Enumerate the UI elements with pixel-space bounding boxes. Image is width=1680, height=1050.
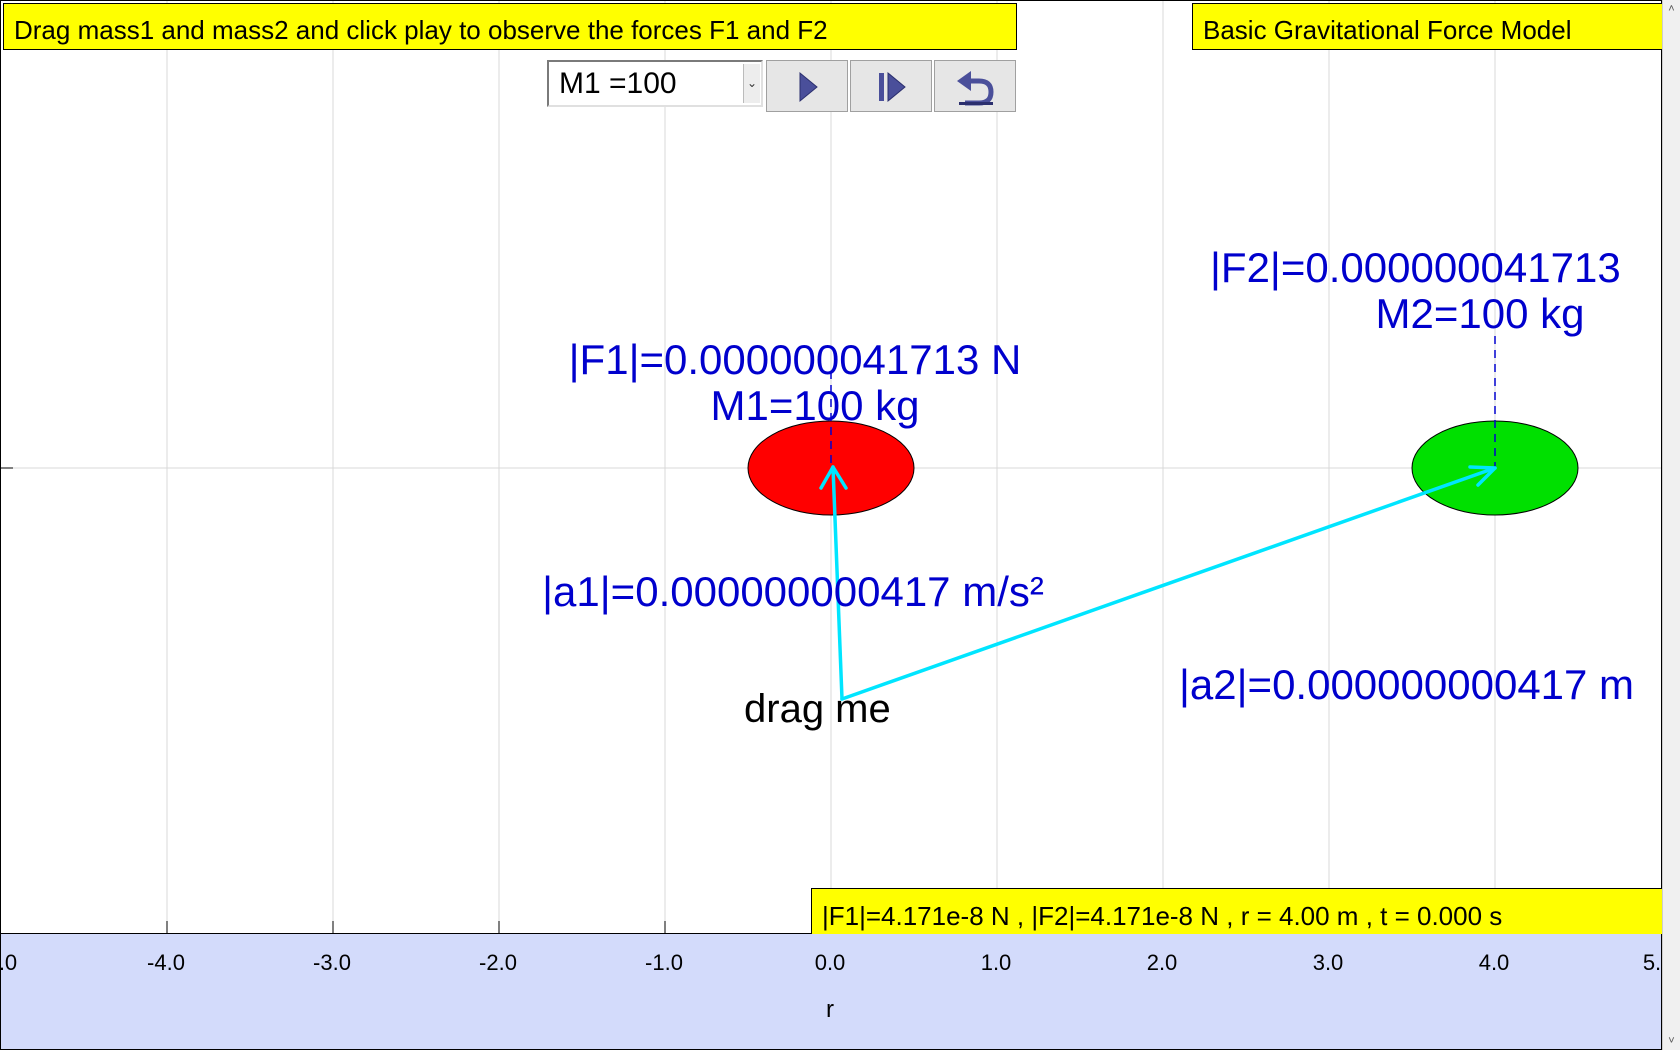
x-tick-label: -2.0 (479, 950, 517, 975)
instructions-banner: Drag mass1 and mass2 and click play to o… (3, 3, 1017, 50)
play-button[interactable] (766, 60, 848, 112)
mass-select[interactable]: M1 =100 ⌄ (547, 60, 763, 107)
mass-select-value: M1 =100 (559, 67, 677, 100)
status-readout: |F1|=4.171e-8 N , |F2|=4.171e-8 N , r = … (811, 888, 1663, 935)
play-icon (799, 71, 818, 103)
mass2-accel-label: |a2|=0.000000000417 m (1179, 661, 1635, 708)
x-tick-label: 4.0 (1478, 950, 1510, 975)
scroll-up-icon[interactable]: ˄ (1663, 0, 1680, 18)
mass1-force-label: |F1|=0.000000041713 N (568, 336, 1022, 383)
x-tick-label: 0.0 (814, 950, 846, 975)
reset-icon (957, 71, 994, 106)
scroll-down-icon[interactable]: ˅ (1663, 1032, 1680, 1050)
mass1-mass-label: M1=100 kg (710, 382, 920, 429)
drag-handle-label[interactable]: drag me (744, 689, 891, 729)
vertical-scrollbar[interactable]: ˄ ˅ (1662, 0, 1680, 1050)
model-title: Basic Gravitational Force Model (1192, 3, 1663, 50)
simulation-canvas[interactable]: Drag mass1 and mass2 and click play to o… (0, 0, 1663, 935)
x-tick-label: 2.0 (1146, 950, 1178, 975)
x-tick-label: 1.0 (980, 950, 1012, 975)
x-tick-label: -4.0 (147, 950, 185, 975)
reset-button[interactable] (934, 60, 1016, 112)
step-forward-icon (879, 71, 906, 103)
mass2-force-label: |F2|=0.000000041713 (1210, 244, 1621, 291)
x-axis-title: r (826, 996, 834, 1023)
x-tick-label: 3.0 (1312, 950, 1344, 975)
step-button[interactable] (850, 60, 932, 112)
mass1-accel-label: |a1|=0.000000000417 m/s² (542, 568, 1044, 615)
x-tick-label: 5. (1642, 950, 1662, 975)
x-tick-label: -3.0 (313, 950, 351, 975)
plot-drawing (1, 1, 1661, 933)
mass2-mass-label: M2=100 kg (1375, 290, 1585, 337)
x-tick-label: -1.0 (645, 950, 683, 975)
chevron-down-icon[interactable]: ⌄ (743, 64, 760, 103)
x-tick-label: .0 (0, 950, 18, 975)
